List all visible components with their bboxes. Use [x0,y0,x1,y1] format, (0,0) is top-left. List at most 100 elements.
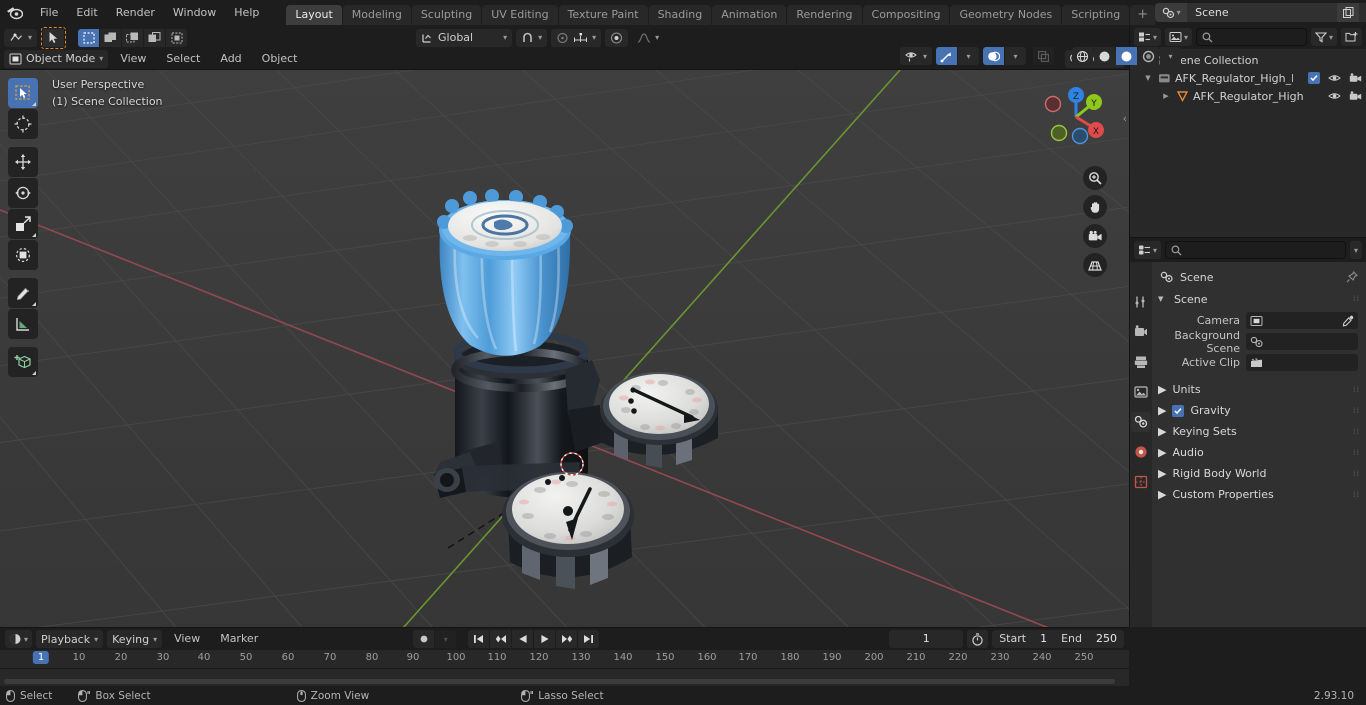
expander-expand-icon[interactable]: ▶ [1158,425,1166,438]
properties-search-input[interactable] [1165,241,1346,259]
menu-window[interactable]: Window [164,4,225,22]
add-cube-icon[interactable] [8,347,38,377]
transform-orientation-selector[interactable]: Global ▾ [416,28,513,47]
tab-geometry-nodes[interactable]: Geometry Nodes [950,5,1062,25]
tab-modeling[interactable]: Modeling [342,5,411,25]
active-clip-field[interactable] [1246,354,1358,371]
menu-edit[interactable]: Edit [67,4,106,22]
current-frame-field[interactable]: 1 [889,630,964,648]
tab-animation[interactable]: Animation [712,5,787,25]
playback-menu[interactable]: Playback ▾ [36,630,104,648]
filter-funnel-icon[interactable]: ▾ [1310,28,1337,46]
view-layer-properties-icon[interactable] [1131,382,1151,402]
expander-expand-icon[interactable]: ▶ [1158,488,1166,501]
viewport-menu-object[interactable]: Object [254,50,306,68]
pin-icon[interactable] [1346,271,1358,283]
auto-keying-icon[interactable] [413,630,435,648]
outliner-search-input[interactable] [1196,28,1307,46]
end-value[interactable]: 250 [1089,630,1124,648]
xray-icon[interactable] [1033,47,1055,65]
tool-properties-icon[interactable] [1131,292,1151,312]
overlays-icon[interactable] [983,47,1005,65]
eye-icon[interactable] [1328,91,1341,101]
proportional-editing-toggle[interactable] [605,28,629,47]
chevron-down-icon[interactable]: ▾ [1349,241,1362,259]
section-units[interactable]: ▶ Units ⁞⁞ [1152,379,1366,400]
expander-expand-icon[interactable]: ▶ [1158,404,1166,417]
outliner-tree[interactable]: Scene Collection ▼ AFK_Regulator_High_Pr… [1130,49,1366,237]
zoom-icon[interactable] [1083,166,1107,190]
gravity-checkbox[interactable] [1172,404,1185,417]
measure-icon[interactable] [8,309,38,339]
tab-sculpting[interactable]: Sculpting [411,5,482,25]
tab-rendering[interactable]: Rendering [787,5,862,25]
timeline-menu-marker[interactable]: Marker [212,630,266,648]
menu-render[interactable]: Render [107,4,164,22]
object-visibility-dropdown[interactable]: ▾ [900,47,933,65]
eye-icon[interactable] [1328,73,1341,83]
viewport-menu-add[interactable]: Add [212,50,249,68]
collection-enable-checkbox[interactable] [1308,72,1320,84]
keying-menu[interactable]: Keying ▾ [107,630,163,648]
next-keyframe-icon[interactable] [556,630,578,648]
pan-hand-icon[interactable] [1083,195,1107,219]
shading-options-icon[interactable]: ▾ [1160,47,1182,65]
camera-field[interactable] [1246,312,1358,329]
jump-to-end-icon[interactable] [578,630,600,648]
timeline-track[interactable] [0,669,1129,686]
expander-expand-icon[interactable]: ▶ [1158,446,1166,459]
cursor-3d-icon[interactable] [8,109,38,139]
scene-selector[interactable]: ▾ Scene [1155,3,1366,22]
select-subtract-icon[interactable] [122,28,144,47]
new-scene-icon[interactable] [1337,3,1360,22]
eyedropper-icon[interactable] [1342,315,1354,327]
timeline-scrollbar[interactable] [4,679,1115,684]
play-reverse-icon[interactable] [512,630,534,648]
rotate-icon[interactable] [8,178,38,208]
timeline-ruler[interactable]: 1 10 20 30 40 50 60 70 80 90 100 110 120… [0,650,1129,669]
tweak-select-icon[interactable] [8,78,38,108]
scene-panel-header[interactable]: ▼ Scene ⁞⁞ [1152,288,1366,310]
snap-settings[interactable]: ▾ [551,28,602,47]
navigation-gizmo[interactable]: Z Y X [1037,78,1115,156]
camera-render-icon[interactable] [1349,91,1362,101]
sidebar-toggle-icon[interactable]: ‹ [1123,112,1127,125]
snap-toggle[interactable]: ▾ [516,28,548,47]
annotate-icon[interactable] [8,278,38,308]
shading-solid-icon[interactable] [1094,47,1116,65]
scene-icon[interactable]: ▾ [1155,3,1188,22]
render-properties-icon[interactable] [1131,322,1151,342]
prev-keyframe-icon[interactable] [490,630,512,648]
background-scene-field[interactable] [1246,333,1358,350]
world-properties-icon[interactable] [1131,442,1151,462]
editor-type-3dview-icon[interactable]: ▾ [4,28,38,47]
scene-name[interactable]: Scene [1187,3,1338,22]
camera-render-icon[interactable] [1349,73,1362,83]
shading-rendered-icon[interactable] [1138,47,1160,65]
select-new-icon[interactable] [78,28,100,47]
blender-logo-icon[interactable] [6,4,23,22]
tab-compositing[interactable]: Compositing [862,5,950,25]
tab-scripting[interactable]: Scripting [1062,5,1130,25]
toggle-ortho-icon[interactable] [1083,253,1107,277]
shading-wireframe-icon[interactable] [1072,47,1094,65]
section-gravity[interactable]: ▶ Gravity ⁞⁞ [1152,400,1366,421]
outliner-id-type-icon[interactable]: ▾ [1165,28,1193,46]
select-intersect-icon[interactable] [166,28,188,47]
jump-to-start-icon[interactable] [468,630,490,648]
section-custom-properties[interactable]: ▶ Custom Properties ⁞⁞ [1152,484,1366,505]
output-properties-icon[interactable] [1131,352,1151,372]
menu-help[interactable]: Help [225,4,268,22]
expander-collapse-icon[interactable]: ▼ [1142,74,1154,82]
3d-viewport[interactable]: User Perspective (1) Scene Collection Z … [0,70,1129,627]
shading-material-icon[interactable] [1116,47,1138,65]
move-icon[interactable] [8,147,38,177]
section-rigid-body-world[interactable]: ▶ Rigid Body World ⁞⁞ [1152,463,1366,484]
start-value[interactable]: 1 [1033,630,1054,648]
frame-range-fields[interactable]: Start 1 End 250 [992,630,1124,648]
add-workspace-button[interactable]: + [1130,5,1156,25]
falloff-selector[interactable]: ▾ [632,29,664,47]
playhead[interactable]: 1 [32,651,50,664]
scene-properties-icon[interactable] [1131,412,1151,432]
stopwatch-icon[interactable] [967,630,989,648]
